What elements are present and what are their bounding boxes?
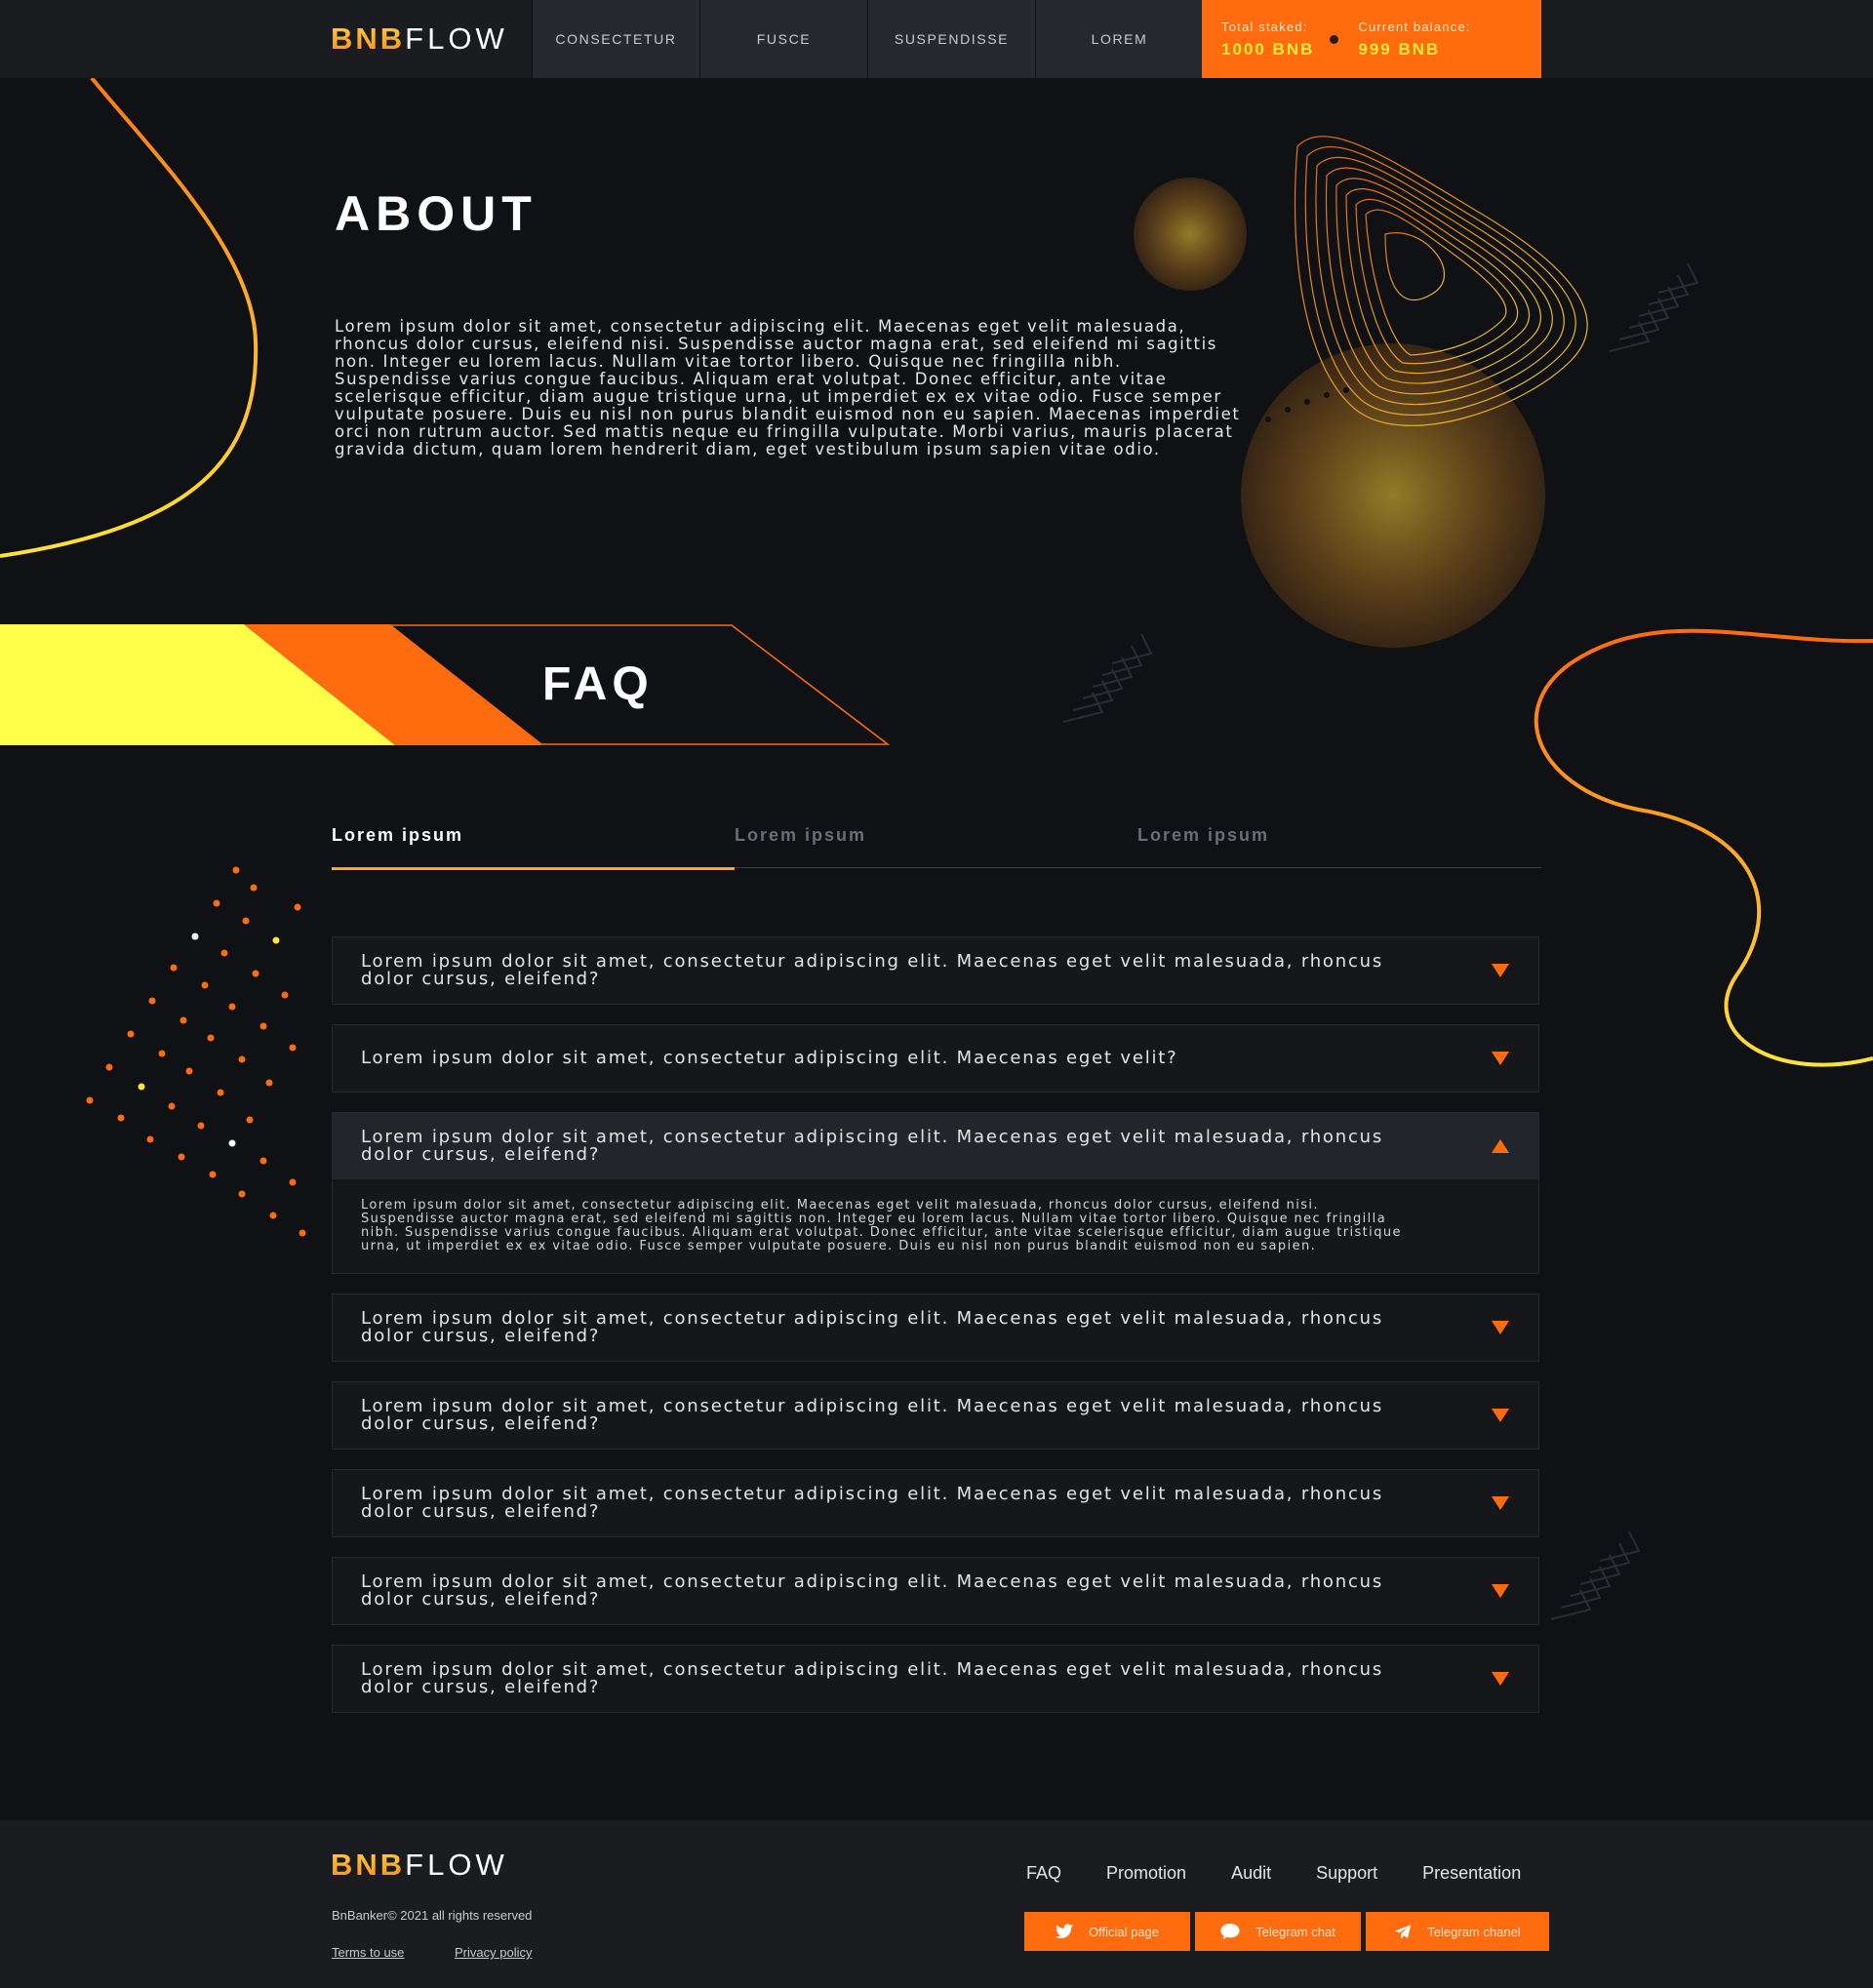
faq-question[interactable]: Lorem ipsum dolor sit amet, consectetur … <box>333 937 1538 1004</box>
total-staked-value: 1000 BNB <box>1221 39 1315 59</box>
telegram-chat-button[interactable]: Telegram chat <box>1195 1912 1361 1951</box>
faq-question[interactable]: Lorem ipsum dolor sit amet, consectetur … <box>333 1646 1538 1712</box>
faq-tab-2[interactable]: Lorem ipsum <box>735 825 1137 868</box>
faq-item: Lorem ipsum dolor sit amet, consectetur … <box>332 1024 1539 1093</box>
nav-item-lorem[interactable]: LOREM <box>1035 0 1203 78</box>
total-staked-label: Total staked: <box>1221 19 1308 34</box>
faq-question-text: Lorem ipsum dolor sit amet, consectetur … <box>361 1048 1178 1068</box>
main-nav: CONSECTETUR FUSCE SUSPENDISSE LOREM <box>532 0 1203 78</box>
top-header: BNB FLOW CONSECTETUR FUSCE SUSPENDISSE L… <box>0 0 1873 78</box>
faq-question[interactable]: Lorem ipsum dolor sit amet, consectetur … <box>333 1382 1538 1449</box>
faq-question[interactable]: Lorem ipsum dolor sit amet, consectetur … <box>333 1294 1538 1361</box>
faq-tab-3[interactable]: Lorem ipsum <box>1137 825 1540 868</box>
faq-question-text: Lorem ipsum dolor sit amet, consectetur … <box>361 1308 1384 1346</box>
faq-item-expanded: Lorem ipsum dolor sit amet, consectetur … <box>332 1112 1539 1274</box>
faq-title: FAQ <box>542 658 654 710</box>
left-wave-line <box>0 76 259 558</box>
separator-dot <box>1330 34 1339 44</box>
faq-item: Lorem ipsum dolor sit amet, consectetur … <box>332 1293 1539 1362</box>
faq-question[interactable]: Lorem ipsum dolor sit amet, consectetur … <box>333 1470 1538 1536</box>
footer-nav: FAQ Promotion Audit Support Presentation <box>1026 1863 1521 1884</box>
terms-link[interactable]: Terms to use <box>332 1945 404 1960</box>
logo-flow: FLOW <box>405 1848 508 1882</box>
nav-item-suspendisse[interactable]: SUSPENDISSE <box>867 0 1035 78</box>
logo-bnb: BNB <box>331 1848 406 1882</box>
faq-tabs: Lorem ipsum Lorem ipsum Lorem ipsum <box>332 825 1541 870</box>
right-wave-line <box>1534 628 1873 1067</box>
logo-flow: FLOW <box>405 21 508 56</box>
logo-bnb: BNB <box>331 21 406 56</box>
faq-item: Lorem ipsum dolor sit amet, consectetur … <box>332 1469 1539 1537</box>
chevron-down-icon[interactable] <box>1492 1584 1509 1598</box>
stake-summary: Total staked: 1000 BNB Current balance: … <box>1202 0 1541 78</box>
footer-nav-presentation[interactable]: Presentation <box>1422 1863 1521 1884</box>
chevron-down-icon[interactable] <box>1492 1496 1509 1510</box>
faq-question[interactable]: Lorem ipsum dolor sit amet, consectetur … <box>333 1025 1538 1092</box>
faq-question-text: Lorem ipsum dolor sit amet, consectetur … <box>361 1127 1384 1165</box>
total-staked: Total staked: 1000 BNB <box>1221 20 1314 60</box>
chevron-down-icon[interactable] <box>1492 1321 1509 1334</box>
footer-brand-logo[interactable]: BNB FLOW <box>331 1848 508 1883</box>
footer-nav-audit[interactable]: Audit <box>1231 1863 1271 1884</box>
footer-social-buttons: Official page Telegram chat Telegram cha… <box>1024 1912 1554 1951</box>
chevron-down-icon[interactable] <box>1492 1052 1509 1065</box>
telegram-channel-label: Telegram chanel <box>1427 1924 1521 1939</box>
footer-nav-support[interactable]: Support <box>1316 1863 1377 1884</box>
brand-logo[interactable]: BNB FLOW <box>331 21 508 57</box>
footer-nav-faq[interactable]: FAQ <box>1026 1863 1061 1884</box>
paper-plane-icon <box>1395 1925 1412 1939</box>
current-balance-label: Current balance: <box>1358 19 1471 34</box>
chat-bubble-icon <box>1220 1924 1240 1939</box>
faq-item: Lorem ipsum dolor sit amet, consectetur … <box>332 1645 1539 1713</box>
about-text: Lorem ipsum dolor sit amet, consectetur … <box>335 317 1241 458</box>
footer-nav-promotion[interactable]: Promotion <box>1106 1863 1186 1884</box>
copyright-text: BnBanker© 2021 all rights reserved <box>332 1908 533 1923</box>
about-title: ABOUT <box>335 186 538 241</box>
official-page-label: Official page <box>1088 1924 1160 1939</box>
page-footer: BNB FLOW BnBanker© 2021 all rights reser… <box>0 1820 1873 1988</box>
faq-tab-1[interactable]: Lorem ipsum <box>332 825 735 870</box>
faq-question-text: Lorem ipsum dolor sit amet, consectetur … <box>361 1659 1384 1697</box>
dot-matrix-decoration <box>86 866 306 1237</box>
telegram-chat-label: Telegram chat <box>1255 1924 1335 1939</box>
chevron-up-icon[interactable] <box>1492 1139 1509 1153</box>
chevron-down-icon[interactable] <box>1492 1409 1509 1422</box>
small-dotted-sphere <box>1134 178 1247 291</box>
faq-question-text: Lorem ipsum dolor sit amet, consectetur … <box>361 1484 1384 1522</box>
current-balance-value: 999 BNB <box>1358 39 1441 59</box>
privacy-link[interactable]: Privacy policy <box>455 1945 532 1960</box>
nav-item-consectetur[interactable]: CONSECTETUR <box>532 0 699 78</box>
chevron-down-icon[interactable] <box>1492 1672 1509 1686</box>
faq-question-text: Lorem ipsum dolor sit amet, consectetur … <box>361 951 1384 989</box>
faq-item: Lorem ipsum dolor sit amet, consectetur … <box>332 1381 1539 1450</box>
faq-item: Lorem ipsum dolor sit amet, consectetur … <box>332 1557 1539 1625</box>
official-page-button[interactable]: Official page <box>1024 1912 1190 1951</box>
faq-item: Lorem ipsum dolor sit amet, consectetur … <box>332 936 1539 1005</box>
chevron-down-icon[interactable] <box>1492 964 1509 977</box>
telegram-channel-button[interactable]: Telegram chanel <box>1366 1912 1549 1951</box>
faq-question-text: Lorem ipsum dolor sit amet, consectetur … <box>361 1571 1384 1610</box>
twitter-icon <box>1055 1924 1073 1939</box>
faq-question[interactable]: Lorem ipsum dolor sit amet, consectetur … <box>333 1113 1538 1179</box>
current-balance: Current balance: 999 BNB <box>1358 20 1470 60</box>
faq-answer: Lorem ipsum dolor sit amet, consectetur … <box>361 1198 1402 1253</box>
faq-question-text: Lorem ipsum dolor sit amet, consectetur … <box>361 1396 1384 1434</box>
large-dotted-sphere <box>1241 343 1545 648</box>
faq-question[interactable]: Lorem ipsum dolor sit amet, consectetur … <box>333 1558 1538 1624</box>
nav-item-fusce[interactable]: FUSCE <box>699 0 867 78</box>
faq-list: Lorem ipsum dolor sit amet, consectetur … <box>332 936 1539 1732</box>
